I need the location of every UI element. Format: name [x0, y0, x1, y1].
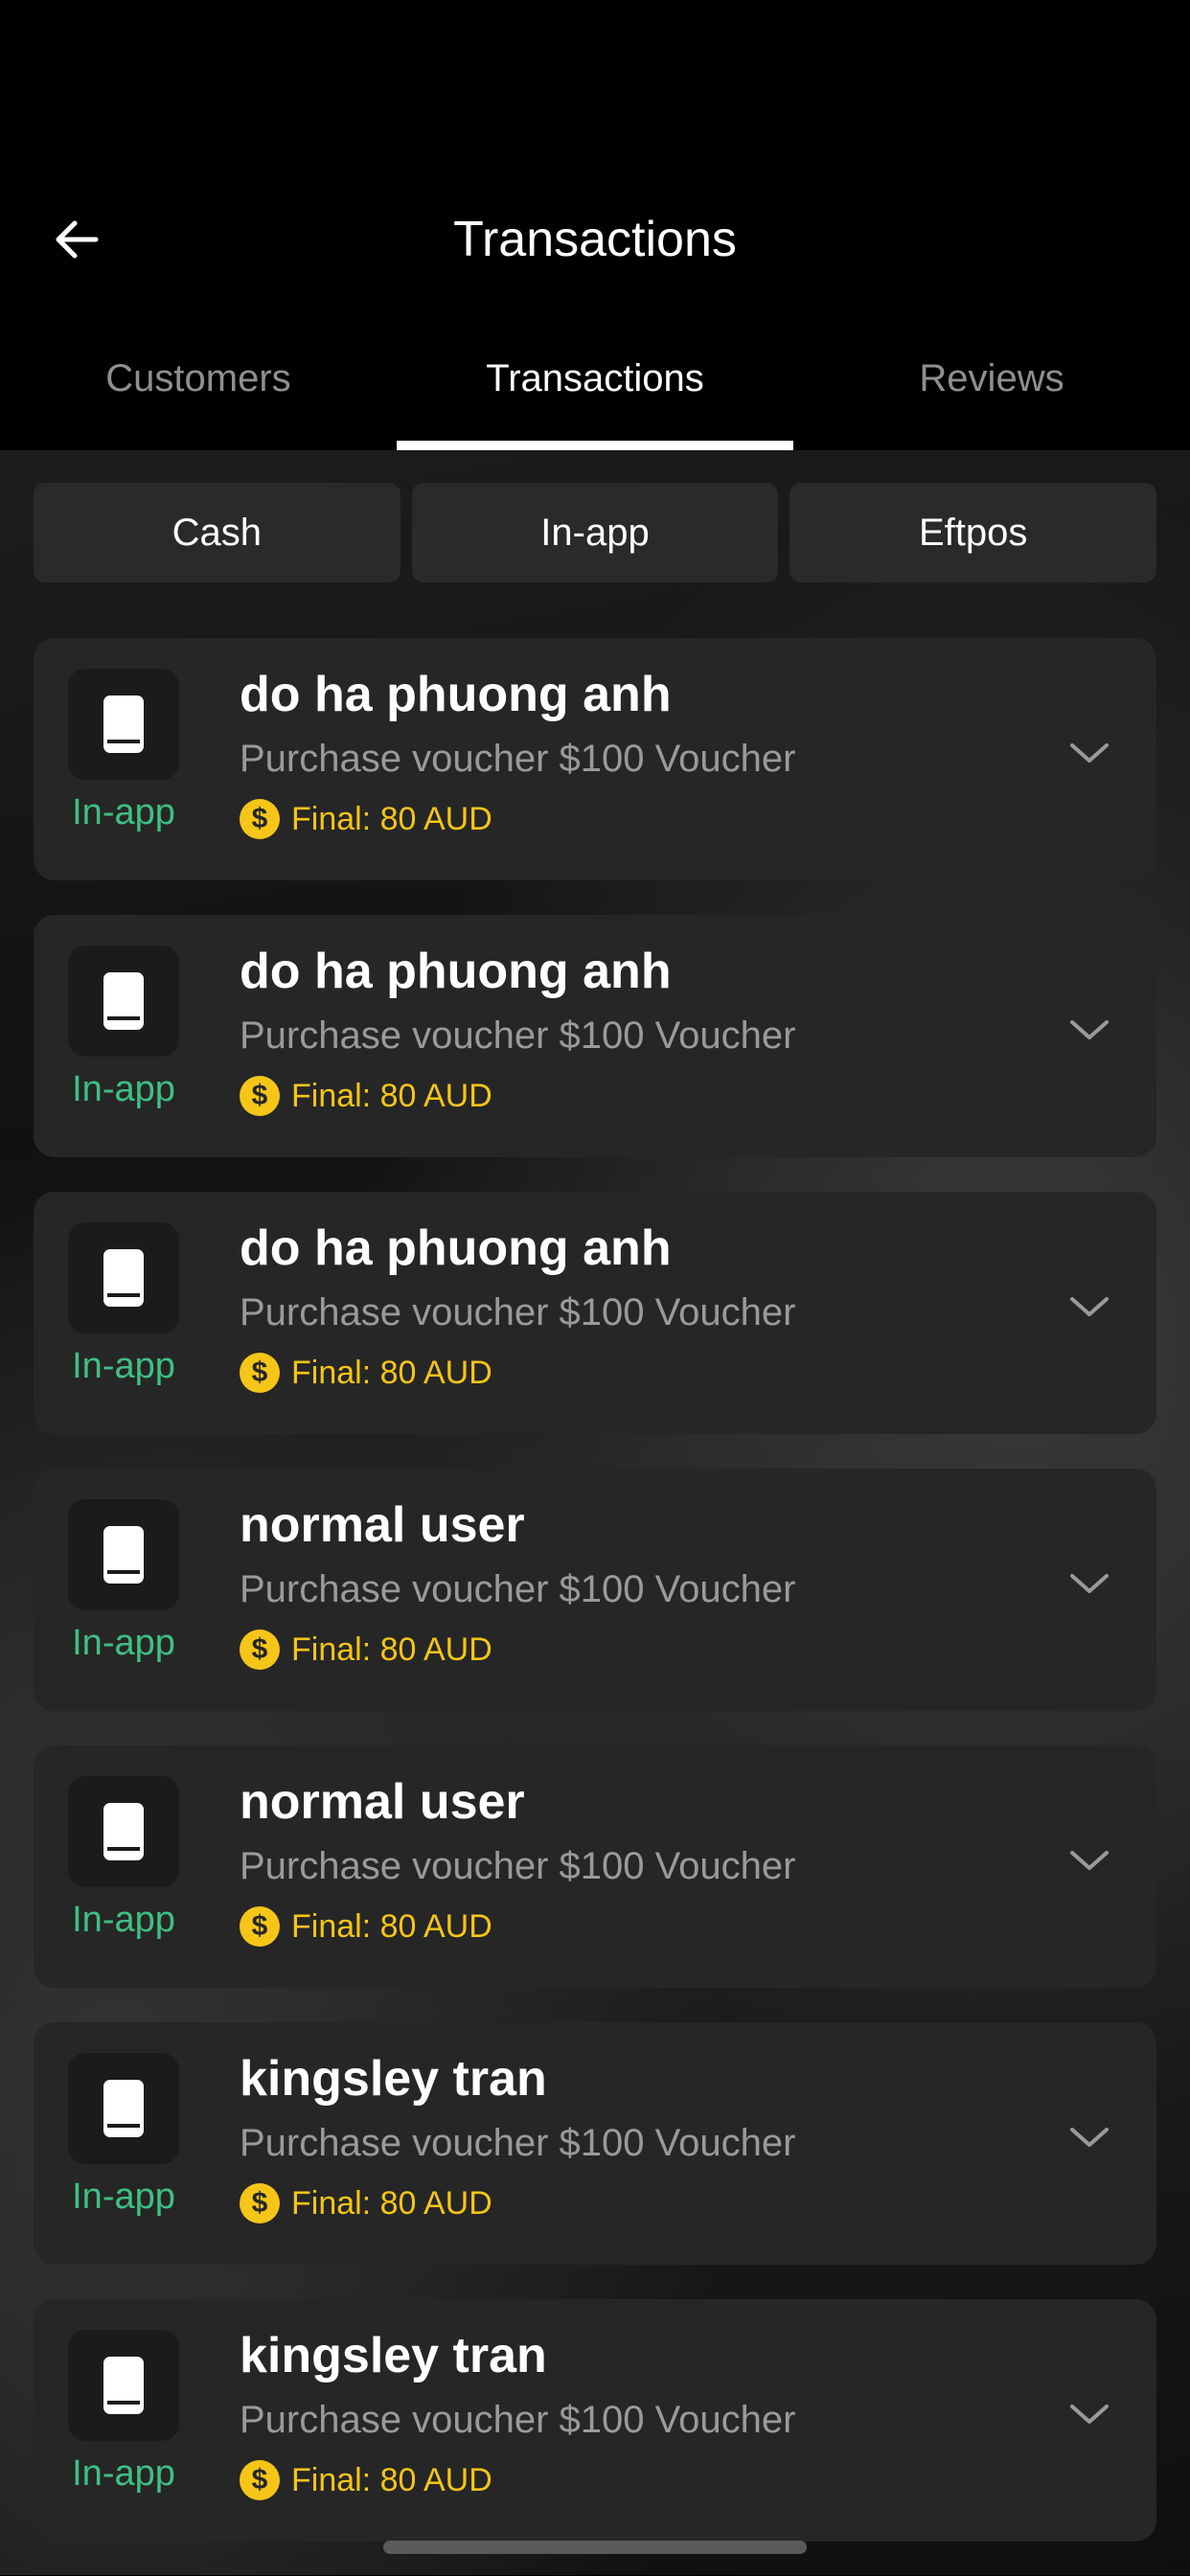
customer-name: normal user: [240, 1497, 525, 1553]
payment-type-badge: [68, 669, 179, 780]
chevron-down-icon: [1070, 1297, 1109, 1316]
transaction-description: Purchase voucher $100 Voucher: [240, 1568, 796, 1610]
transaction-card[interactable]: In-app do ha phuong anh Purchase voucher…: [34, 915, 1156, 1157]
chevron-down-icon: [1070, 2128, 1109, 2147]
transaction-description: Purchase voucher $100 Voucher: [240, 1014, 796, 1057]
customer-name: normal user: [240, 1774, 525, 1830]
final-amount: $ Final: 80 AUD: [240, 2178, 492, 2228]
transaction-description: Purchase voucher $100 Voucher: [240, 2399, 796, 2441]
transaction-card[interactable]: In-app do ha phuong anh Purchase voucher…: [34, 1192, 1156, 1434]
payment-type-badge: [68, 946, 179, 1057]
customer-name: kingsley tran: [240, 2051, 547, 2107]
filter-eftpos-button[interactable]: Eftpos: [790, 483, 1157, 582]
app-header: Transactions Customers Transactions Revi…: [0, 0, 1190, 450]
tab-bar: Customers Transactions Reviews: [0, 340, 1190, 450]
final-amount: $ Final: 80 AUD: [240, 794, 492, 844]
dollar-coin-icon: $: [240, 1630, 280, 1670]
payment-type-badge: [68, 2330, 179, 2441]
final-amount-text: Final: 80 AUD: [291, 1077, 492, 1114]
expand-button[interactable]: [1061, 2385, 1118, 2443]
transaction-card[interactable]: In-app do ha phuong anh Purchase voucher…: [34, 638, 1156, 880]
payment-type-badge: [68, 1222, 179, 1334]
dollar-coin-icon: $: [240, 2183, 280, 2223]
payment-type-label: In-app: [72, 2177, 175, 2217]
dollar-coin-icon: $: [240, 799, 280, 839]
payment-type-label: In-app: [72, 1069, 175, 1109]
payment-type-label: In-app: [72, 1900, 175, 1940]
smartphone-icon: [103, 2357, 144, 2414]
chevron-down-icon: [1070, 1020, 1109, 1039]
page-title: Transactions: [453, 212, 737, 267]
final-amount-text: Final: 80 AUD: [291, 1354, 492, 1391]
customer-name: do ha phuong anh: [240, 1220, 672, 1276]
dollar-coin-icon: $: [240, 1076, 280, 1116]
transaction-card[interactable]: In-app kingsley tran Purchase voucher $1…: [34, 2299, 1156, 2542]
filter-cash-button[interactable]: Cash: [34, 483, 400, 582]
final-amount: $ Final: 80 AUD: [240, 1902, 492, 1951]
filter-in-app-button[interactable]: In-app: [411, 483, 779, 582]
final-amount-text: Final: 80 AUD: [291, 1907, 492, 1945]
expand-button[interactable]: [1061, 1001, 1118, 1059]
payment-type-label: In-app: [72, 792, 175, 832]
chevron-down-icon: [1070, 1574, 1109, 1593]
customer-name: do ha phuong anh: [240, 944, 672, 999]
smartphone-icon: [103, 1249, 144, 1307]
final-amount: $ Final: 80 AUD: [240, 1348, 492, 1398]
expand-button[interactable]: [1061, 1832, 1118, 1889]
smartphone-icon: [103, 1526, 144, 1584]
final-amount: $ Final: 80 AUD: [240, 1071, 492, 1121]
payment-type-badge: [68, 1776, 179, 1887]
dollar-coin-icon: $: [240, 1353, 280, 1393]
chevron-down-icon: [1070, 743, 1109, 763]
customer-name: kingsley tran: [240, 2328, 547, 2383]
tab-customers[interactable]: Customers: [0, 340, 397, 450]
transaction-description: Purchase voucher $100 Voucher: [240, 738, 796, 780]
expand-button[interactable]: [1061, 1278, 1118, 1335]
transaction-list: In-app do ha phuong anh Purchase voucher…: [34, 638, 1156, 2576]
payment-type-badge: [68, 1499, 179, 1610]
final-amount-text: Final: 80 AUD: [291, 2184, 492, 2222]
final-amount: $ Final: 80 AUD: [240, 1625, 492, 1675]
chevron-down-icon: [1070, 1851, 1109, 1870]
payment-type-label: In-app: [72, 2453, 175, 2494]
payment-type-badge: [68, 2053, 179, 2164]
final-amount: $ Final: 80 AUD: [240, 2455, 492, 2505]
expand-button[interactable]: [1061, 2109, 1118, 2166]
smartphone-icon: [103, 695, 144, 753]
transactions-content: Cash In-app Eftpos In-app do ha phuong a…: [0, 450, 1190, 2575]
transaction-description: Purchase voucher $100 Voucher: [240, 1291, 796, 1334]
dollar-coin-icon: $: [240, 1906, 280, 1947]
expand-button[interactable]: [1061, 1555, 1118, 1612]
transaction-description: Purchase voucher $100 Voucher: [240, 2122, 796, 2164]
final-amount-text: Final: 80 AUD: [291, 2461, 492, 2498]
home-indicator[interactable]: [383, 2541, 807, 2554]
transaction-description: Purchase voucher $100 Voucher: [240, 1845, 796, 1887]
tab-transactions[interactable]: Transactions: [397, 340, 793, 450]
final-amount-text: Final: 80 AUD: [291, 800, 492, 837]
expand-button[interactable]: [1061, 724, 1118, 782]
payment-type-label: In-app: [72, 1623, 175, 1663]
chevron-down-icon: [1070, 2405, 1109, 2424]
payment-filter-bar: Cash In-app Eftpos: [34, 483, 1157, 582]
tab-reviews[interactable]: Reviews: [793, 340, 1190, 450]
smartphone-icon: [103, 972, 144, 1030]
transaction-card[interactable]: In-app kingsley tran Purchase voucher $1…: [34, 2022, 1156, 2265]
dollar-coin-icon: $: [240, 2460, 280, 2500]
customer-name: do ha phuong anh: [240, 667, 672, 722]
transaction-card[interactable]: In-app normal user Purchase voucher $100…: [34, 1745, 1156, 1988]
transaction-card[interactable]: In-app normal user Purchase voucher $100…: [34, 1469, 1156, 1711]
smartphone-icon: [103, 2080, 144, 2137]
payment-type-label: In-app: [72, 1346, 175, 1386]
smartphone-icon: [103, 1803, 144, 1860]
final-amount-text: Final: 80 AUD: [291, 1630, 492, 1668]
